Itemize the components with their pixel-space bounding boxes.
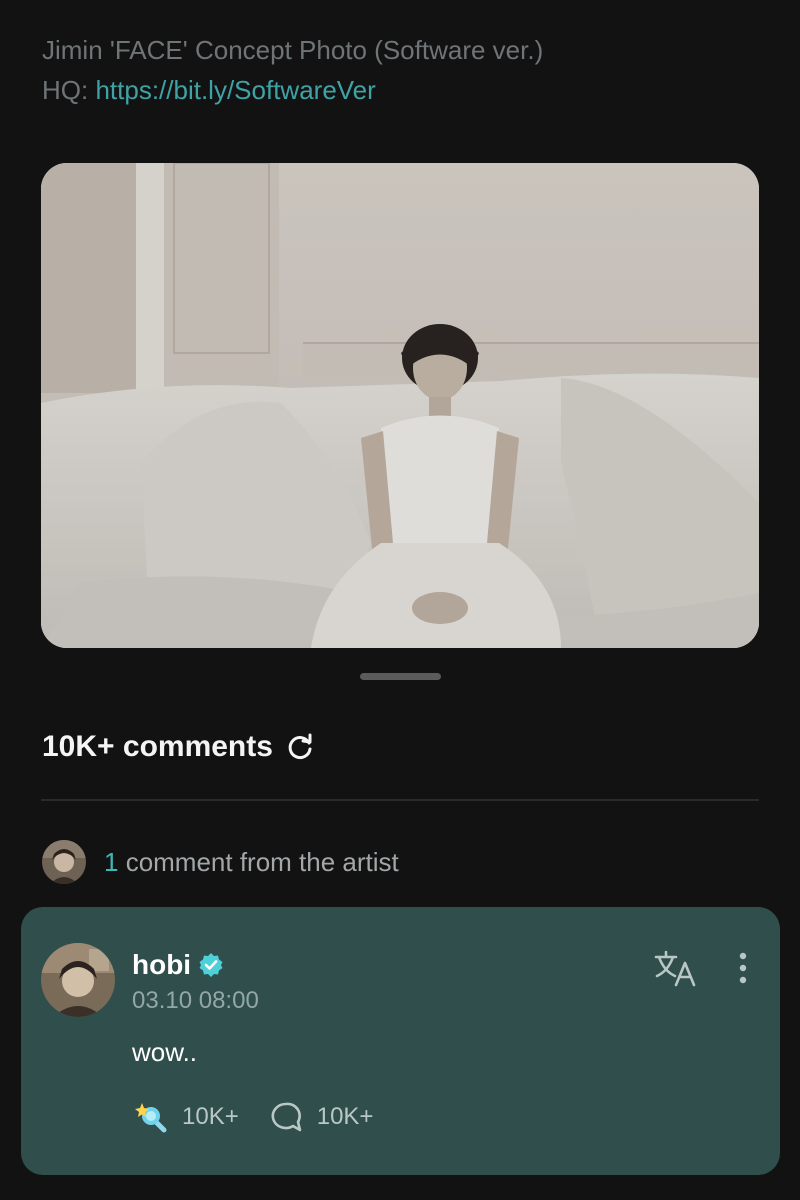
section-divider [41, 799, 759, 801]
verified-check-icon [197, 951, 225, 979]
more-options-icon[interactable] [733, 951, 753, 991]
caption-title: Jimin 'FACE' Concept Photo (Software ver… [42, 35, 544, 65]
reply-stat[interactable]: 10K+ [269, 1100, 374, 1134]
caption-link[interactable]: https://bit.ly/SoftwareVer [95, 75, 375, 105]
author-avatar[interactable] [41, 943, 115, 1017]
like-stat[interactable]: 10K+ [134, 1100, 239, 1134]
caption-hq-label: HQ: [42, 75, 96, 105]
caption-hq-line: HQ: https://bit.ly/SoftwareVer [42, 70, 543, 110]
speech-bubble-icon [269, 1100, 303, 1134]
post-photo[interactable] [41, 163, 759, 648]
artist-comments-label: 1 comment from the artist [104, 847, 399, 878]
post-caption: Jimin 'FACE' Concept Photo (Software ver… [42, 30, 543, 110]
artist-avatar-small [42, 840, 86, 884]
artist-comment-text: comment from the artist [118, 846, 399, 877]
drag-handle[interactable] [360, 673, 441, 680]
author-name[interactable]: hobi [132, 949, 191, 981]
reply-count: 10K+ [316, 1103, 374, 1130]
artist-comments-row[interactable]: 1 comment from the artist [42, 840, 399, 884]
comments-count: 10K+ comments [42, 730, 273, 763]
like-count: 10K+ [182, 1103, 239, 1130]
artist-comment-count: 1 [104, 846, 119, 877]
comment-timestamp: 03.10 08:00 [132, 987, 259, 1014]
author-row: hobi [132, 949, 225, 981]
comments-header: 10K+ comments [42, 730, 315, 764]
comment-stats: 10K+ 10K+ [134, 1100, 403, 1134]
translate-icon[interactable] [654, 949, 698, 989]
lightstick-reaction-icon [134, 1100, 168, 1134]
artist-comment-card[interactable]: hobi 03.10 08:00 wow.. 10K+ 10K+ [21, 907, 780, 1175]
photo-image [41, 163, 759, 648]
refresh-icon[interactable] [285, 732, 315, 762]
comment-text: wow.. [132, 1037, 198, 1067]
